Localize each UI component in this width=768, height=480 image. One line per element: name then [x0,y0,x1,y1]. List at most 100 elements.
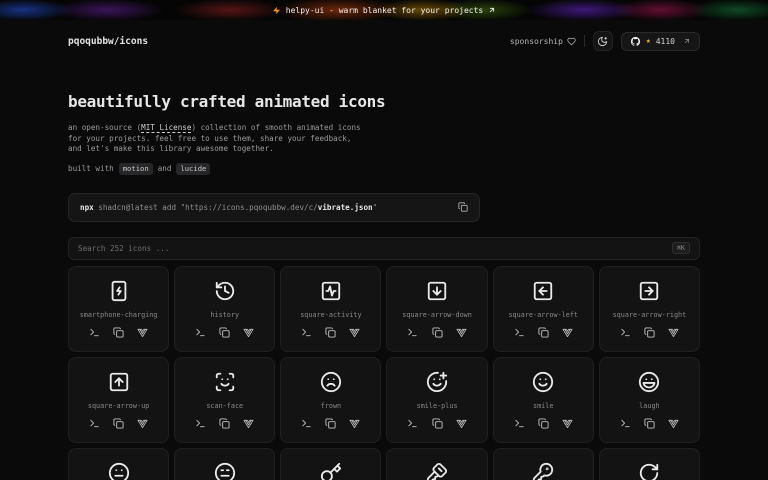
icon-card[interactable] [68,447,170,480]
icon-card[interactable]: frown [280,356,382,443]
command-prefix: npx [80,202,94,212]
vue-icon[interactable] [243,327,254,338]
vue-icon[interactable] [562,418,573,429]
smile-icon [532,371,554,393]
copy-icon[interactable] [538,417,549,429]
terminal-icon[interactable] [514,327,525,338]
copy-icon[interactable] [113,326,124,338]
copy-icon[interactable] [432,417,443,429]
annoyed-icon [214,462,236,480]
page-title: beautifully crafted animated icons [68,92,386,111]
search-input[interactable] [78,243,666,253]
command-body: shadcn@latest add "https://icons.pqoqubb… [93,202,318,212]
vue-icon[interactable] [456,418,467,429]
icon-card[interactable] [598,447,700,480]
icon-card[interactable]: smartphone-charging [68,265,170,352]
header: pqoqubbw/icons sponsorship ★ 4110 [0,20,768,52]
copy-icon[interactable] [325,326,336,338]
terminal-icon[interactable] [301,418,312,429]
icon-card[interactable]: scan-face [174,356,276,443]
terminal-icon[interactable] [620,418,631,429]
logo[interactable]: pqoqubbw/icons [68,36,148,47]
copy-icon[interactable] [219,326,230,338]
card-actions [281,326,380,338]
icon-name-label: square-arrow-right [612,310,687,319]
terminal-icon[interactable] [301,327,312,338]
copy-icon[interactable] [538,326,549,338]
icon-card[interactable]: square-arrow-down [386,265,488,352]
github-icon [630,36,641,47]
copy-icon[interactable] [644,326,655,338]
icon-card[interactable]: smile [492,356,594,443]
card-actions [600,417,699,429]
copy-icon[interactable] [432,326,443,338]
lucide-badge[interactable]: lucide [176,162,211,175]
copy-icon[interactable] [113,417,124,429]
arrow-up-right-icon [683,37,691,45]
built-with-label: built with [68,164,114,173]
terminal-icon[interactable] [407,418,418,429]
icon-card[interactable]: square-arrow-right [598,265,700,352]
terminal-icon[interactable] [89,327,100,338]
icon-card[interactable] [280,447,382,480]
banner-text: helpy-ui - warm blanket for your project… [285,5,484,15]
motion-badge[interactable]: motion [118,162,153,175]
vue-icon[interactable] [456,327,467,338]
vue-icon[interactable] [243,418,254,429]
sponsorship-link[interactable]: sponsorship [510,37,576,46]
theme-toggle-button[interactable] [592,31,613,51]
key-round-icon [532,462,554,480]
copy-icon[interactable] [219,417,230,429]
terminal-icon[interactable] [195,327,206,338]
vue-icon[interactable] [349,418,360,429]
copy-command-button[interactable] [458,202,468,212]
icon-name-label: square-arrow-down [402,310,472,319]
mit-license-link[interactable]: MIT License [141,123,191,132]
icon-card[interactable]: square-arrow-up [68,356,170,443]
icon-card[interactable] [492,447,594,480]
icon-name-label: laugh [639,401,660,410]
key-icon [320,462,342,480]
icon-card[interactable]: laugh [598,356,700,443]
icon-card[interactable]: square-arrow-left [492,265,594,352]
promo-banner[interactable]: helpy-ui - warm blanket for your project… [0,0,768,20]
terminal-icon[interactable] [407,327,418,338]
terminal-icon[interactable] [620,327,631,338]
icon-card[interactable]: smile-plus [386,356,488,443]
card-actions [600,326,699,338]
icon-card[interactable] [174,447,276,480]
vue-icon[interactable] [668,327,679,338]
built-with-row: built with motion and lucide [68,162,700,175]
icon-card[interactable]: history [174,265,276,352]
icon-card[interactable]: square-activity [280,265,382,352]
vue-icon[interactable] [137,418,148,429]
header-divider [583,35,585,47]
vue-icon[interactable] [137,327,148,338]
github-stars-button[interactable]: ★ 4110 [620,31,700,51]
search-bar: ⌘K [68,236,700,260]
smile-plus-icon [426,371,448,393]
command-suffix: " [372,202,378,212]
copy-icon[interactable] [644,417,655,429]
github-star-count: 4110 [655,36,675,46]
card-actions [175,326,274,338]
square-arrow-up-icon [108,371,130,393]
card-actions [387,326,486,338]
vue-icon[interactable] [668,418,679,429]
vue-icon[interactable] [562,327,573,338]
icon-name-label: smile-plus [416,401,458,410]
icon-name-label: square-arrow-left [508,310,579,319]
square-arrow-right-icon [638,280,660,302]
card-actions [281,417,380,429]
vue-icon[interactable] [349,327,360,338]
install-command-box: npx shadcn@latest add "https://icons.pqo… [68,192,480,222]
icon-name-label: smartphone-charging [79,310,158,319]
icon-card[interactable] [386,447,488,480]
terminal-icon[interactable] [514,418,525,429]
square-arrow-down-icon [426,280,448,302]
terminal-icon[interactable] [195,418,206,429]
smartphone-charging-icon [108,280,130,302]
terminal-icon[interactable] [89,418,100,429]
copy-icon[interactable] [325,417,336,429]
star-icon: ★ [645,36,651,45]
